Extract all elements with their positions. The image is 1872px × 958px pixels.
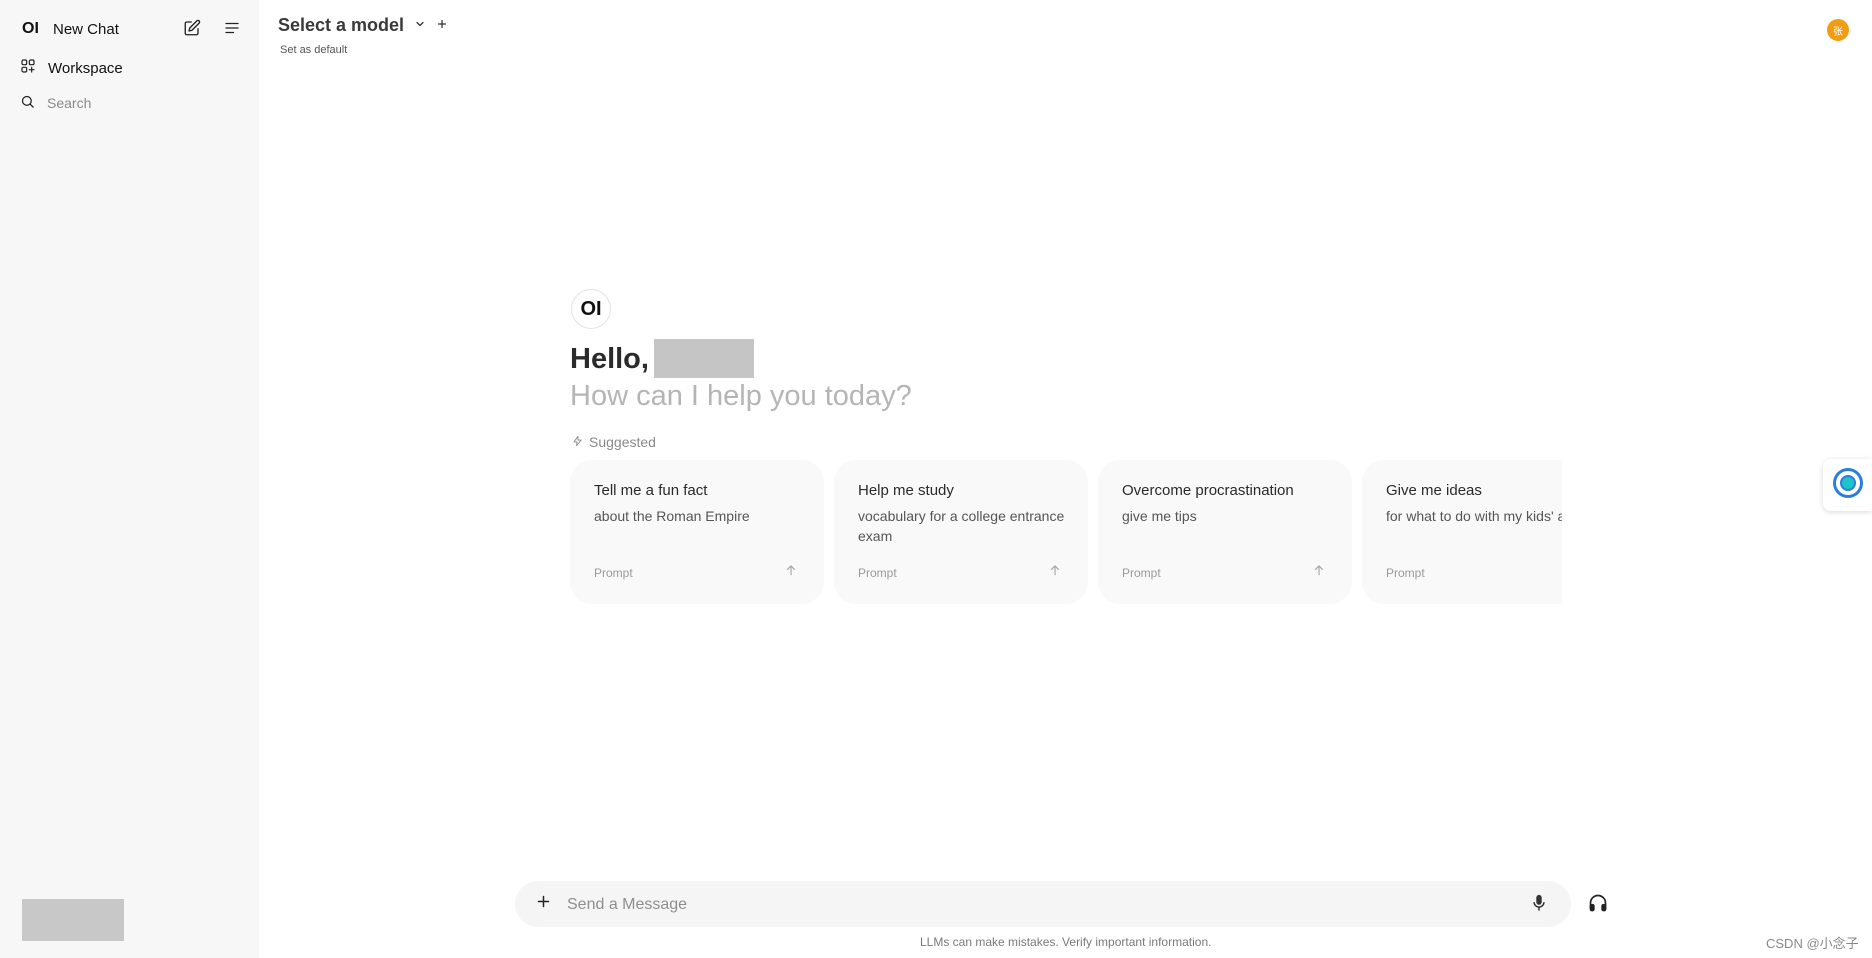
- bolt-icon: [572, 434, 583, 450]
- new-chat-link[interactable]: New Chat: [53, 21, 119, 38]
- model-selector[interactable]: Select a model: [278, 15, 448, 36]
- attach-button[interactable]: [531, 892, 555, 916]
- card-prompt-label: Prompt: [594, 566, 633, 580]
- card-title: Overcome procrastination: [1122, 482, 1294, 499]
- suggestion-card[interactable]: Give me ideas for what to do with my kid…: [1362, 460, 1562, 604]
- card-prompt-label: Prompt: [858, 566, 897, 580]
- card-title: Tell me a fun fact: [594, 482, 708, 499]
- redacted-username: [654, 339, 754, 378]
- greeting-heading: Hello,: [570, 343, 649, 375]
- suggestion-card[interactable]: Help me study vocabulary for a college e…: [834, 460, 1088, 604]
- set-as-default-link[interactable]: Set as default: [280, 44, 347, 56]
- menu-lines-icon: [223, 19, 241, 42]
- card-subtitle: give me tips: [1122, 508, 1197, 524]
- search-input[interactable]: Search: [47, 95, 91, 111]
- arrow-up-icon[interactable]: [1312, 563, 1326, 582]
- microphone-icon: [1532, 894, 1546, 917]
- suggested-label: Suggested: [589, 434, 656, 450]
- sidebar-search[interactable]: Search: [20, 94, 91, 112]
- card-prompt-label: Prompt: [1122, 566, 1161, 580]
- card-subtitle: about the Roman Empire: [594, 508, 750, 524]
- workspace-icon: [20, 58, 36, 78]
- suggestion-card[interactable]: Tell me a fun fact about the Roman Empir…: [570, 460, 824, 604]
- avatar[interactable]: 张: [1827, 19, 1849, 41]
- toggle-sidebar-button[interactable]: [219, 17, 245, 43]
- edit-icon: [183, 19, 201, 42]
- suggested-header: Suggested: [572, 434, 656, 450]
- voice-input-button[interactable]: [1527, 893, 1551, 917]
- card-title: Help me study: [858, 482, 954, 499]
- arrow-up-icon[interactable]: [1048, 563, 1062, 582]
- app-logo[interactable]: OI: [22, 20, 39, 38]
- user-profile-button[interactable]: [22, 899, 124, 941]
- floating-assistant-widget[interactable]: [1823, 459, 1872, 511]
- chevron-down-icon[interactable]: [414, 17, 426, 35]
- disclaimer-text: LLMs can make mistakes. Verify important…: [920, 935, 1212, 949]
- card-subtitle: for what to do with my kids' art: [1386, 508, 1562, 524]
- message-input[interactable]: [565, 889, 1509, 921]
- message-composer: [515, 881, 1571, 927]
- sidebar-item-label: Workspace: [48, 59, 123, 77]
- suggestion-card[interactable]: Overcome procrastination give me tips Pr…: [1098, 460, 1352, 604]
- search-icon: [20, 94, 35, 112]
- greeting-subtitle: How can I help you today?: [570, 380, 912, 412]
- model-select-label[interactable]: Select a model: [278, 15, 404, 36]
- sidebar: OI New Chat Workspace Search: [0, 0, 259, 958]
- headphones-icon: [1588, 893, 1608, 918]
- card-title: Give me ideas: [1386, 482, 1482, 499]
- arrow-up-icon[interactable]: [784, 563, 798, 582]
- sidebar-item-workspace[interactable]: Workspace: [20, 58, 123, 78]
- assistant-logo-icon: [1832, 467, 1864, 504]
- new-chat-edit-button[interactable]: [179, 17, 205, 43]
- suggestion-cards: Tell me a fun fact about the Roman Empir…: [570, 460, 1562, 604]
- model-logo: OI: [571, 289, 611, 329]
- voice-mode-button[interactable]: [1585, 892, 1611, 918]
- card-subtitle: vocabulary for a college entrance exam: [858, 508, 1065, 544]
- add-model-icon[interactable]: [436, 17, 448, 35]
- card-prompt-label: Prompt: [1386, 566, 1425, 580]
- watermark: CSDN @小念子: [1766, 936, 1859, 951]
- plus-icon: [536, 894, 551, 914]
